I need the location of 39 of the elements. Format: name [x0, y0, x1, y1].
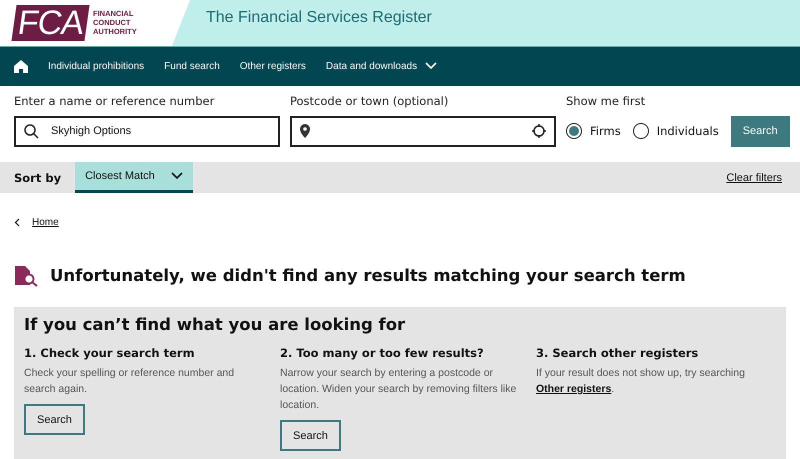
help-heading: 3. Search other registers [536, 346, 698, 360]
document-search-icon [14, 264, 40, 287]
chevron-down-icon [425, 62, 438, 70]
search-button[interactable]: Search [24, 404, 85, 435]
crosshair-icon[interactable] [532, 124, 546, 138]
help-title: If you can’t find what you are looking for [24, 315, 406, 334]
logo-letters: FCA [11, 4, 90, 41]
sort-dropdown[interactable]: Closest Match [75, 162, 193, 194]
nav-link[interactable]: Fund search [164, 60, 220, 72]
nav-link[interactable]: Data and downloads [326, 60, 438, 72]
location-pin-icon [300, 124, 310, 138]
search-button[interactable]: Search [730, 116, 790, 147]
search-icon [24, 124, 39, 139]
nav-link[interactable]: Other registers [240, 60, 306, 72]
sort-label: Sort by [14, 170, 62, 185]
name-search-field[interactable]: Skyhigh Options [14, 116, 280, 147]
field-label: Postcode or town (optional) [290, 94, 450, 110]
clear-filters-link[interactable]: Clear filters [726, 172, 782, 184]
nav-link[interactable]: Individual prohibitions [48, 60, 144, 72]
postcode-field[interactable] [290, 116, 556, 147]
other-registers-link[interactable]: Other registers [536, 383, 612, 395]
radio-option[interactable]: Firms [566, 123, 621, 140]
chevron-down-icon [170, 172, 183, 180]
no-results-heading: Unfortunately, we didn't find any results matching your search term [50, 266, 686, 286]
site-title: The Financial Services Register [206, 9, 432, 27]
help-text: Narrow your search by entering a postcode or location. Widen your search by removing filters like location. [280, 366, 518, 413]
help-text: If your result does not show up, try searching Other registers. [536, 366, 746, 397]
chevron-left-icon [14, 218, 20, 227]
help-text: Check your spelling or reference number and search again. [24, 366, 236, 397]
radio-icon[interactable] [566, 123, 582, 140]
help-heading: 2. Too many or too few results? [280, 346, 484, 360]
search-button[interactable]: Search [280, 420, 341, 451]
home-icon[interactable] [14, 60, 28, 73]
breadcrumb-link[interactable]: Home [32, 216, 59, 228]
radio-icon[interactable] [632, 123, 649, 140]
help-heading: 1. Check your search term [24, 346, 195, 360]
field-label: Show me first [566, 94, 646, 110]
radio-option[interactable]: Individuals [632, 123, 719, 140]
field-label: Enter a name or reference number [14, 94, 216, 110]
